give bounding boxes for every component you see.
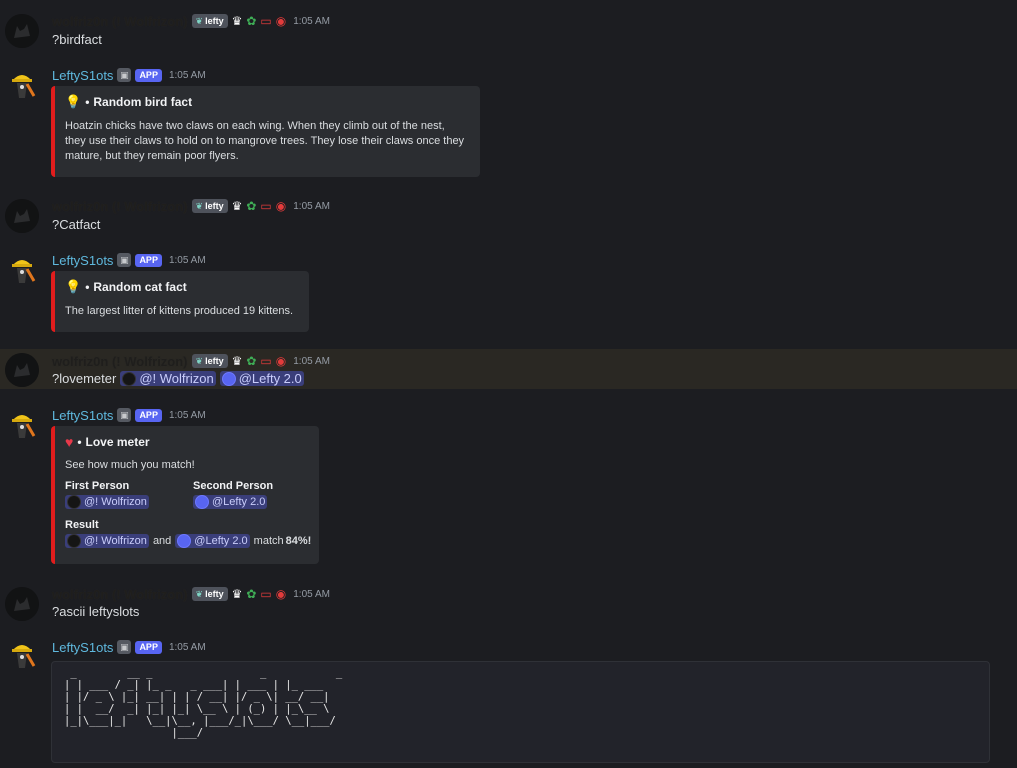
monitor-icon: ▭ bbox=[260, 14, 272, 28]
embed-title: Love meter bbox=[85, 435, 150, 449]
embed-title: Random bird fact bbox=[93, 95, 193, 109]
field-name: Second Person bbox=[193, 480, 274, 492]
username[interactable]: wolfriz0n (! Wolfrizon) bbox=[52, 587, 188, 602]
crown-icon: ♛ bbox=[231, 199, 243, 213]
timestamp: 1:05 AM bbox=[168, 641, 206, 653]
leaf-icon: ❦ bbox=[195, 15, 204, 26]
heart-icon: ♥ bbox=[65, 434, 74, 450]
message-text: ?ascii leftyslots bbox=[52, 604, 140, 619]
bot-username[interactable]: LeftyS1ots bbox=[52, 640, 113, 655]
bot-mention[interactable]: @Lefty 2.0 bbox=[219, 371, 304, 386]
embed-description: Hoatzin chicks have two claws on each wi… bbox=[65, 120, 465, 162]
app-badge: APP bbox=[135, 408, 162, 422]
user-avatar[interactable] bbox=[5, 199, 39, 233]
username[interactable]: wolfriz0n (! Wolfrizon) bbox=[52, 199, 188, 214]
globe-icon: ◉ bbox=[275, 354, 287, 368]
bot-avatar[interactable] bbox=[5, 638, 39, 672]
timestamp: 1:05 AM bbox=[293, 588, 330, 600]
timestamp: 1:05 AM bbox=[168, 69, 206, 81]
embed-title: Random cat fact bbox=[93, 280, 187, 294]
user-mention[interactable]: @! Wolfrizon bbox=[65, 495, 149, 509]
monitor-icon: ▭ bbox=[260, 587, 272, 601]
embed-bird-fact: 💡 • Random bird fact Hoatzin chicks have t… bbox=[51, 86, 480, 177]
mention-avatar bbox=[67, 534, 81, 548]
leaf-icon: ❦ bbox=[195, 200, 204, 211]
globe-icon: ◉ bbox=[275, 14, 287, 28]
lotus-icon: ✿ bbox=[246, 354, 257, 368]
match-percent: 84%! bbox=[285, 535, 312, 547]
embed-description: See how much you match! bbox=[65, 459, 195, 471]
timestamp: 1:05 AM bbox=[293, 200, 330, 212]
lightbulb-icon: 💡 bbox=[65, 94, 82, 109]
user-mention[interactable]: @! Wolfrizon bbox=[120, 371, 216, 386]
message-user: wolfriz0n (! Wolfrizon) ❦ lefty ♛ ✿ ▭ ◉ 1… bbox=[0, 10, 1017, 50]
embed-cat-fact: 💡 • Random cat fact The largest litter of … bbox=[51, 271, 309, 332]
bot-mention[interactable]: @Lefty 2.0 bbox=[175, 534, 250, 548]
timestamp: 1:05 AM bbox=[293, 15, 330, 27]
embed-love-meter: ♥ • Love meter See how much you match! Fir… bbox=[51, 426, 319, 564]
leaf-icon: ❦ bbox=[195, 588, 204, 599]
ascii-code-block: _ __ _ _ _ | | ___ / _| |_ _ _ ___| | __… bbox=[51, 661, 990, 763]
field-name: First Person bbox=[65, 480, 130, 492]
bot-avatar[interactable] bbox=[5, 68, 39, 102]
crown-icon: ♛ bbox=[231, 587, 243, 601]
message-text: ?Catfact bbox=[52, 217, 101, 232]
leaf-icon: ❦ bbox=[195, 355, 204, 366]
message-user-highlighted: wolfriz0n (! Wolfrizon) ❦ lefty ♛ ✿ ▭ ◉ 1… bbox=[0, 349, 1017, 389]
app-badge: APP bbox=[135, 253, 162, 267]
mention-avatar bbox=[122, 371, 137, 386]
robot-icon: ▣ bbox=[117, 68, 132, 82]
robot-icon: ▣ bbox=[117, 253, 132, 267]
server-tag[interactable]: ❦ lefty bbox=[191, 14, 228, 28]
timestamp: 1:05 AM bbox=[168, 409, 206, 421]
user-avatar[interactable] bbox=[5, 353, 39, 387]
lightbulb-icon: 💡 bbox=[65, 279, 82, 294]
username[interactable]: wolfriz0n (! Wolfrizon) bbox=[52, 354, 188, 369]
field-name: Result bbox=[65, 519, 99, 531]
robot-icon: ▣ bbox=[117, 640, 132, 654]
message-text: ?lovemeter @! Wolfrizon @Lefty 2.0 bbox=[52, 371, 304, 386]
monitor-icon: ▭ bbox=[260, 199, 272, 213]
server-tag[interactable]: ❦ lefty bbox=[191, 587, 228, 601]
discord-icon bbox=[177, 534, 192, 548]
crown-icon: ♛ bbox=[231, 354, 243, 368]
lotus-icon: ✿ bbox=[246, 587, 257, 601]
embed-description: The largest litter of kittens produced 1… bbox=[65, 305, 294, 317]
user-mention[interactable]: @! Wolfrizon bbox=[65, 534, 149, 548]
app-badge: APP bbox=[135, 68, 162, 82]
mention-avatar bbox=[67, 495, 81, 509]
discord-icon bbox=[221, 371, 236, 386]
lotus-icon: ✿ bbox=[246, 199, 257, 213]
bot-username[interactable]: LeftyS1ots bbox=[52, 253, 113, 268]
app-badge: APP bbox=[135, 640, 162, 654]
timestamp: 1:05 AM bbox=[168, 254, 206, 266]
message-user: wolfriz0n (! Wolfrizon) ❦ lefty ♛ ✿ ▭ ◉ 1… bbox=[0, 195, 1017, 235]
message-text: ?birdfact bbox=[52, 32, 102, 47]
timestamp: 1:05 AM bbox=[293, 355, 330, 367]
server-tag[interactable]: ❦ lefty bbox=[191, 354, 228, 368]
bot-username[interactable]: LeftyS1ots bbox=[52, 68, 113, 83]
username[interactable]: wolfriz0n (! Wolfrizon) bbox=[52, 14, 188, 29]
user-avatar[interactable] bbox=[5, 587, 39, 621]
bot-avatar[interactable] bbox=[5, 253, 39, 287]
bot-avatar[interactable] bbox=[5, 408, 39, 442]
bot-username[interactable]: LeftyS1ots bbox=[52, 408, 113, 423]
user-avatar[interactable] bbox=[5, 14, 39, 48]
message-user: wolfriz0n (! Wolfrizon) ❦ lefty ♛ ✿ ▭ ◉ 1… bbox=[0, 583, 1017, 623]
globe-icon: ◉ bbox=[275, 587, 287, 601]
discord-icon bbox=[195, 495, 209, 509]
server-tag[interactable]: ❦ lefty bbox=[191, 199, 228, 213]
lotus-icon: ✿ bbox=[246, 14, 257, 28]
monitor-icon: ▭ bbox=[260, 354, 272, 368]
globe-icon: ◉ bbox=[275, 199, 287, 213]
message-bot: LeftyS1ots ▣ APP 1:05 AM bbox=[0, 636, 1017, 668]
crown-icon: ♛ bbox=[231, 14, 243, 28]
bot-mention[interactable]: @Lefty 2.0 bbox=[193, 495, 268, 509]
robot-icon: ▣ bbox=[117, 408, 132, 422]
